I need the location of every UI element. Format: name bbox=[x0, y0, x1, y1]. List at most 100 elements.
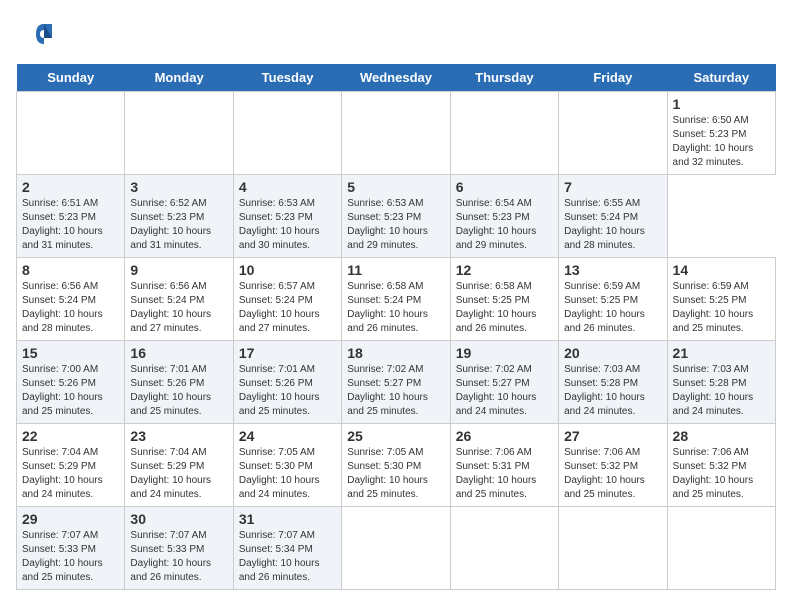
calendar-cell: 14 Sunrise: 6:59 AMSunset: 5:25 PMDayligh… bbox=[667, 258, 775, 341]
day-info: Sunrise: 6:57 AMSunset: 5:24 PMDaylight:… bbox=[239, 280, 336, 336]
day-number: 21 bbox=[673, 345, 770, 361]
calendar-week-row: 15Sunrise: 7:00 AMSunset: 5:26 PMDayligh… bbox=[17, 341, 776, 424]
day-number: 17 bbox=[239, 345, 336, 361]
weekday-header: Friday bbox=[559, 64, 667, 92]
calendar-cell: 27Sunrise: 7:06 AMSunset: 5:32 PMDayligh… bbox=[559, 424, 667, 507]
calendar-cell: 28 Sunrise: 7:06 AMSunset: 5:32 PMDayligh… bbox=[667, 424, 775, 507]
day-info: Sunrise: 6:54 AMSunset: 5:23 PMDaylight:… bbox=[456, 197, 553, 253]
day-number: 6 bbox=[456, 179, 553, 195]
day-info: Sunrise: 7:03 AMSunset: 5:28 PMDaylight:… bbox=[564, 363, 661, 419]
day-info: Sunrise: 7:05 AMSunset: 5:30 PMDaylight:… bbox=[239, 446, 336, 502]
day-info: Sunrise: 6:53 AMSunset: 5:23 PMDaylight:… bbox=[239, 197, 336, 253]
day-number: 1 bbox=[673, 96, 770, 112]
calendar-cell: 30 Sunrise: 7:07 AMSunset: 5:33 PMDayligh… bbox=[125, 507, 233, 590]
day-number: 16 bbox=[130, 345, 227, 361]
day-number: 28 bbox=[673, 428, 770, 444]
calendar-cell bbox=[450, 507, 558, 590]
page-header bbox=[16, 16, 776, 52]
day-number: 5 bbox=[347, 179, 444, 195]
day-info: Sunrise: 6:59 AMSunset: 5:25 PMDaylight:… bbox=[564, 280, 661, 336]
day-number: 11 bbox=[347, 262, 444, 278]
calendar-cell bbox=[125, 92, 233, 175]
calendar-cell bbox=[559, 92, 667, 175]
day-info: Sunrise: 6:52 AMSunset: 5:23 PMDaylight:… bbox=[130, 197, 227, 253]
day-info: Sunrise: 7:04 AMSunset: 5:29 PMDaylight:… bbox=[130, 446, 227, 502]
day-number: 9 bbox=[130, 262, 227, 278]
day-number: 24 bbox=[239, 428, 336, 444]
calendar-cell bbox=[667, 507, 775, 590]
day-number: 20 bbox=[564, 345, 661, 361]
day-info: Sunrise: 6:55 AMSunset: 5:24 PMDaylight:… bbox=[564, 197, 661, 253]
calendar-cell: 16 Sunrise: 7:01 AMSunset: 5:26 PMDayligh… bbox=[125, 341, 233, 424]
calendar-week-row: 8 Sunrise: 6:56 AMSunset: 5:24 PMDaylight… bbox=[17, 258, 776, 341]
calendar-week-row: 2 Sunrise: 6:51 AMSunset: 5:23 PMDaylight… bbox=[17, 175, 776, 258]
day-number: 25 bbox=[347, 428, 444, 444]
day-info: Sunrise: 7:01 AMSunset: 5:26 PMDaylight:… bbox=[130, 363, 227, 419]
day-info: Sunrise: 6:53 AMSunset: 5:23 PMDaylight:… bbox=[347, 197, 444, 253]
day-info: Sunrise: 7:04 AMSunset: 5:29 PMDaylight:… bbox=[22, 446, 119, 502]
calendar-cell: 13 Sunrise: 6:59 AMSunset: 5:25 PMDayligh… bbox=[559, 258, 667, 341]
calendar-cell: 23 Sunrise: 7:04 AMSunset: 5:29 PMDayligh… bbox=[125, 424, 233, 507]
day-number: 15 bbox=[22, 345, 119, 361]
calendar-cell bbox=[17, 92, 125, 175]
day-number: 19 bbox=[456, 345, 553, 361]
calendar-cell: 6 Sunrise: 6:54 AMSunset: 5:23 PMDaylight… bbox=[450, 175, 558, 258]
calendar-cell: 15Sunrise: 7:00 AMSunset: 5:26 PMDayligh… bbox=[17, 341, 125, 424]
logo bbox=[16, 16, 56, 52]
calendar-cell: 7 Sunrise: 6:55 AMSunset: 5:24 PMDaylight… bbox=[559, 175, 667, 258]
weekday-header: Saturday bbox=[667, 64, 775, 92]
day-number: 10 bbox=[239, 262, 336, 278]
calendar-cell: 8 Sunrise: 6:56 AMSunset: 5:24 PMDaylight… bbox=[17, 258, 125, 341]
calendar-cell bbox=[342, 92, 450, 175]
day-number: 18 bbox=[347, 345, 444, 361]
day-info: Sunrise: 7:06 AMSunset: 5:32 PMDaylight:… bbox=[673, 446, 770, 502]
calendar-cell bbox=[450, 92, 558, 175]
day-info: Sunrise: 6:51 AMSunset: 5:23 PMDaylight:… bbox=[22, 197, 119, 253]
day-number: 12 bbox=[456, 262, 553, 278]
day-number: 2 bbox=[22, 179, 119, 195]
day-info: Sunrise: 6:56 AMSunset: 5:24 PMDaylight:… bbox=[22, 280, 119, 336]
calendar-week-row: 22 Sunrise: 7:04 AMSunset: 5:29 PMDayligh… bbox=[17, 424, 776, 507]
calendar-cell: 18 Sunrise: 7:02 AMSunset: 5:27 PMDayligh… bbox=[342, 341, 450, 424]
day-info: Sunrise: 7:02 AMSunset: 5:27 PMDaylight:… bbox=[456, 363, 553, 419]
day-number: 7 bbox=[564, 179, 661, 195]
day-info: Sunrise: 7:06 AMSunset: 5:31 PMDaylight:… bbox=[456, 446, 553, 502]
day-number: 3 bbox=[130, 179, 227, 195]
weekday-header: Sunday bbox=[17, 64, 125, 92]
day-number: 31 bbox=[239, 511, 336, 527]
weekday-header: Monday bbox=[125, 64, 233, 92]
calendar-cell bbox=[559, 507, 667, 590]
day-info: Sunrise: 7:02 AMSunset: 5:27 PMDaylight:… bbox=[347, 363, 444, 419]
calendar-cell: 19 Sunrise: 7:02 AMSunset: 5:27 PMDayligh… bbox=[450, 341, 558, 424]
calendar-cell: 24 Sunrise: 7:05 AMSunset: 5:30 PMDayligh… bbox=[233, 424, 341, 507]
day-number: 30 bbox=[130, 511, 227, 527]
day-number: 14 bbox=[673, 262, 770, 278]
day-info: Sunrise: 7:01 AMSunset: 5:26 PMDaylight:… bbox=[239, 363, 336, 419]
calendar-week-row: 1Sunrise: 6:50 AMSunset: 5:23 PMDaylight… bbox=[17, 92, 776, 175]
day-info: Sunrise: 7:05 AMSunset: 5:30 PMDaylight:… bbox=[347, 446, 444, 502]
calendar-cell: 3 Sunrise: 6:52 AMSunset: 5:23 PMDaylight… bbox=[125, 175, 233, 258]
day-info: Sunrise: 6:56 AMSunset: 5:24 PMDaylight:… bbox=[130, 280, 227, 336]
calendar-cell: 11Sunrise: 6:58 AMSunset: 5:24 PMDayligh… bbox=[342, 258, 450, 341]
calendar-cell: 20 Sunrise: 7:03 AMSunset: 5:28 PMDayligh… bbox=[559, 341, 667, 424]
calendar-cell: 21Sunrise: 7:03 AMSunset: 5:28 PMDayligh… bbox=[667, 341, 775, 424]
calendar-cell bbox=[233, 92, 341, 175]
day-number: 23 bbox=[130, 428, 227, 444]
day-number: 22 bbox=[22, 428, 119, 444]
calendar-cell: 2 Sunrise: 6:51 AMSunset: 5:23 PMDaylight… bbox=[17, 175, 125, 258]
day-info: Sunrise: 6:59 AMSunset: 5:25 PMDaylight:… bbox=[673, 280, 770, 336]
day-number: 8 bbox=[22, 262, 119, 278]
logo-icon bbox=[16, 16, 52, 52]
calendar-cell: 12Sunrise: 6:58 AMSunset: 5:25 PMDayligh… bbox=[450, 258, 558, 341]
calendar-cell bbox=[342, 507, 450, 590]
calendar-cell: 1Sunrise: 6:50 AMSunset: 5:23 PMDaylight… bbox=[667, 92, 775, 175]
calendar-cell: 10 Sunrise: 6:57 AMSunset: 5:24 PMDayligh… bbox=[233, 258, 341, 341]
weekday-header: Wednesday bbox=[342, 64, 450, 92]
day-number: 29 bbox=[22, 511, 119, 527]
day-info: Sunrise: 7:07 AMSunset: 5:34 PMDaylight:… bbox=[239, 529, 336, 585]
day-info: Sunrise: 7:07 AMSunset: 5:33 PMDaylight:… bbox=[22, 529, 119, 585]
day-number: 13 bbox=[564, 262, 661, 278]
calendar-cell: 4Sunrise: 6:53 AMSunset: 5:23 PMDaylight… bbox=[233, 175, 341, 258]
day-info: Sunrise: 7:07 AMSunset: 5:33 PMDaylight:… bbox=[130, 529, 227, 585]
calendar-cell: 25 Sunrise: 7:05 AMSunset: 5:30 PMDayligh… bbox=[342, 424, 450, 507]
